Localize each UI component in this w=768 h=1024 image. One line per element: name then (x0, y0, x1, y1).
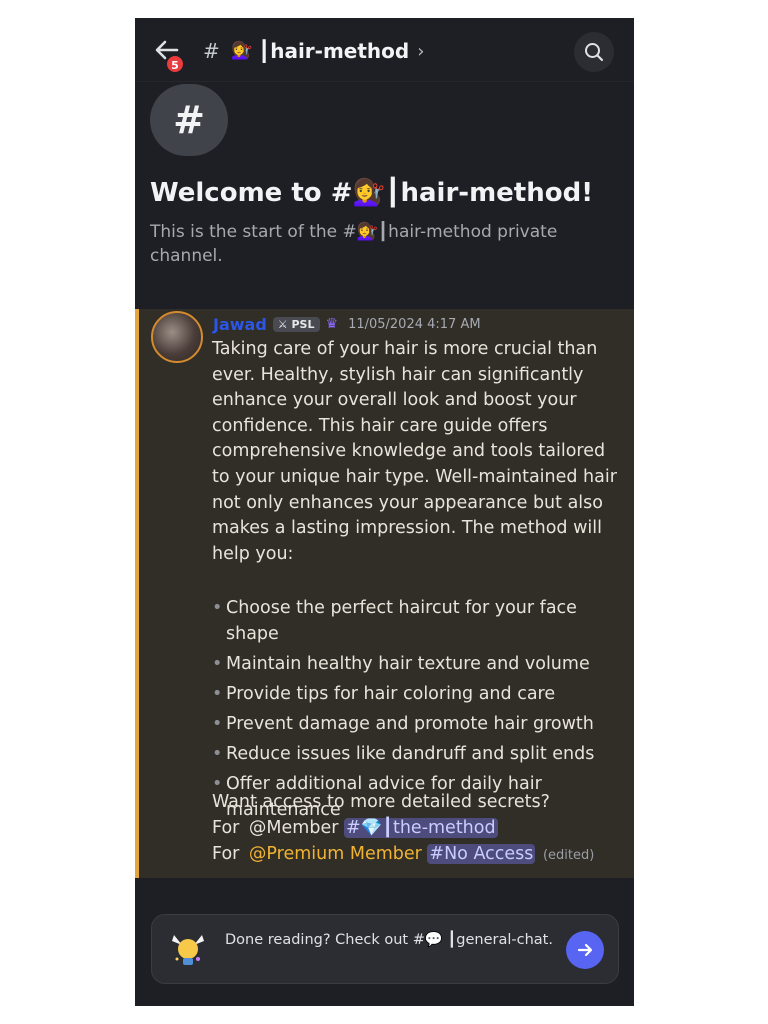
private-channel-icon: # (173, 98, 205, 142)
for-label: For (212, 844, 240, 864)
welcome-title: Welcome to #💇‍♀️┃hair-method! (150, 178, 594, 208)
member-role-mention[interactable]: @Member (249, 818, 338, 838)
app-screen: 5 # 💇‍♀️ ┃hair-method › # Welcome to #💇‍… (135, 18, 634, 1006)
the-method-channel-link[interactable]: #💎┃the-method (343, 818, 498, 838)
list-item: Provide tips for hair coloring and care (212, 681, 628, 707)
message-item[interactable]: Jawad ⚔ PSL ♛ 11/05/2024 4:17 AM Taking … (135, 309, 634, 878)
lightbulb-icon (172, 935, 204, 965)
welcome-subtitle: This is the start of the #💇‍♀️┃hair-meth… (150, 222, 558, 266)
channel-avatar: # (150, 84, 228, 156)
channel-header: 5 # 💇‍♀️ ┃hair-method › (135, 18, 634, 82)
unread-badge: 5 (165, 54, 185, 74)
edited-label: (edited) (542, 848, 595, 863)
access-section: Want access to more detailed secrets? Fo… (212, 789, 628, 869)
access-question: Want access to more detailed secrets? (212, 792, 550, 812)
crown-icon: ♛ (325, 316, 339, 332)
channel-title-button[interactable]: # 💇‍♀️ ┃hair-method › (203, 36, 424, 66)
list-item: Choose the perfect haircut for your face… (212, 595, 628, 647)
list-item: Reduce issues like dandruff and split en… (212, 741, 628, 767)
go-to-channel-button[interactable] (566, 931, 604, 969)
message-content: Taking care of your hair is more crucial… (212, 337, 628, 827)
premium-access-line: For @Premium Member #No Access (edited) (212, 841, 628, 869)
chevron-right-icon: › (417, 40, 425, 62)
member-access-line: For @Member #💎┃the-method (212, 815, 628, 841)
server-tag-label: PSL (291, 317, 315, 331)
prompt-text: Done reading? Check out #💬 ┃general-chat… (225, 932, 553, 948)
message-timestamp: 11/05/2024 4:17 AM (348, 316, 481, 332)
next-channel-prompt[interactable]: Done reading? Check out #💬 ┃general-chat… (151, 914, 619, 984)
list-item: Maintain healthy hair texture and volume (212, 651, 628, 677)
avatar[interactable] (151, 311, 203, 363)
search-icon (585, 43, 604, 62)
private-channel-icon: # (203, 39, 220, 63)
author-name[interactable]: Jawad (213, 315, 267, 334)
for-label: For (212, 818, 240, 838)
message-header: Jawad ⚔ PSL ♛ 11/05/2024 4:17 AM (213, 313, 481, 335)
sword-icon: ⚔ (277, 317, 288, 331)
list-item: Prevent damage and promote hair growth (212, 711, 628, 737)
server-tag: ⚔ PSL (272, 316, 320, 332)
channel-name: ┃hair-method (258, 39, 410, 63)
message-intro: Taking care of your hair is more crucial… (212, 339, 617, 564)
haircut-emoji: 💇‍♀️ (231, 41, 253, 61)
premium-role-mention[interactable]: @Premium Member (249, 844, 422, 864)
no-access-channel-link[interactable]: #No Access (427, 844, 536, 864)
search-button[interactable] (574, 32, 614, 72)
arrow-right-icon (577, 943, 593, 957)
